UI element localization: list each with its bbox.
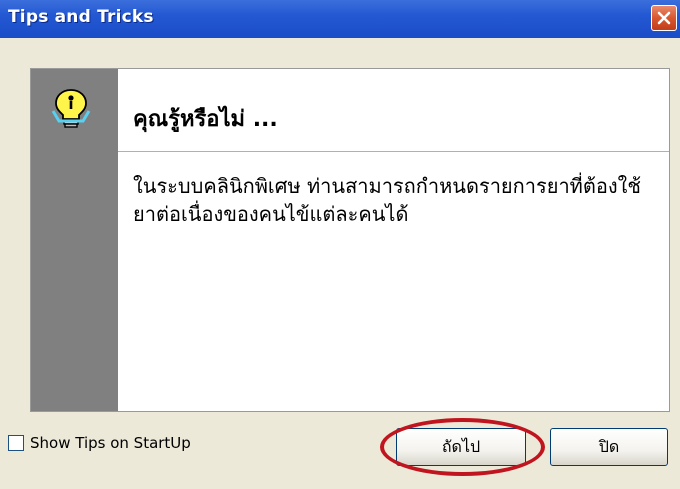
window-close-button[interactable] <box>651 5 677 31</box>
show-tips-label[interactable]: Show Tips on StartUp <box>30 434 191 452</box>
tip-heading: คุณรู้หรือไม่ ... <box>133 107 278 132</box>
tip-sidebar <box>31 69 118 411</box>
show-tips-option[interactable]: Show Tips on StartUp <box>8 434 191 452</box>
show-tips-checkbox[interactable] <box>8 435 24 451</box>
tip-content: คุณรู้หรือไม่ ... ในระบบคลินิกพิเศษ ท่าน… <box>118 69 669 411</box>
lightbulb-icon <box>51 89 91 128</box>
dialog-body: คุณรู้หรือไม่ ... ในระบบคลินิกพิเศษ ท่าน… <box>0 38 680 489</box>
title-bar: Tips and Tricks <box>0 0 680 38</box>
close-icon <box>657 11 671 25</box>
window-title: Tips and Tricks <box>8 7 154 27</box>
tip-panel: คุณรู้หรือไม่ ... ในระบบคลินิกพิเศษ ท่าน… <box>30 68 670 412</box>
highlight-annotation <box>380 418 545 476</box>
tip-divider <box>118 151 669 152</box>
close-button[interactable]: ปิด <box>550 428 668 466</box>
tip-text: ในระบบคลินิกพิเศษ ท่านสามารถกำหนดรายการย… <box>133 174 641 226</box>
